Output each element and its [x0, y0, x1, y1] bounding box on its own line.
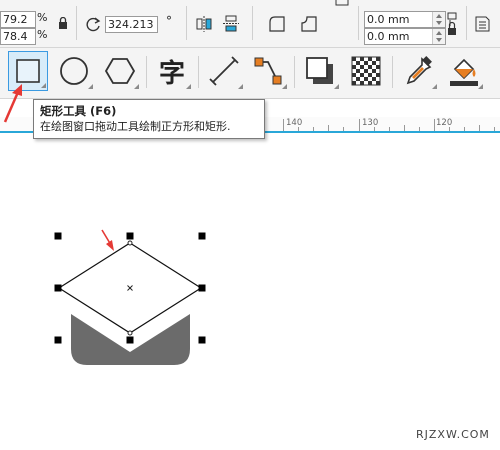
- chamfer-corner-icon[interactable]: [334, 0, 350, 6]
- flyout-indicator-icon: [478, 84, 483, 89]
- watermark: RJZXW.COM: [416, 428, 490, 441]
- toolbox: 字: [0, 48, 500, 99]
- link-corners-icon[interactable]: [446, 12, 460, 42]
- lock-ratio-icon[interactable]: [58, 17, 68, 30]
- ruler-tick: [343, 127, 344, 131]
- ruler-tick: [404, 125, 405, 131]
- separator: [198, 56, 199, 88]
- polygon-tool-button[interactable]: [100, 51, 140, 91]
- separator: [252, 6, 253, 40]
- rotation-input[interactable]: 324.213: [105, 16, 158, 33]
- paint-bucket-icon: [450, 58, 478, 86]
- corner-radius-bottom-value: 0.0 mm: [367, 30, 410, 43]
- separator: [466, 6, 467, 40]
- corner-radius-top-value: 0.0 mm: [367, 13, 410, 26]
- ruler-tick: [479, 125, 480, 131]
- interactive-fill-tool-button[interactable]: [444, 51, 484, 91]
- node-marker[interactable]: [127, 330, 133, 336]
- flyout-indicator-icon: [282, 84, 287, 89]
- ruler-tick: [298, 127, 299, 131]
- selection-handle[interactable]: [198, 336, 206, 344]
- connector-tool-button[interactable]: [248, 51, 288, 91]
- polygon-icon: [105, 58, 135, 84]
- ruler-tick: [374, 127, 375, 131]
- separator: [358, 6, 359, 40]
- ellipse-icon: [60, 57, 88, 85]
- selection-handle[interactable]: [54, 336, 62, 344]
- degree-label: °: [166, 14, 172, 28]
- separator: [392, 56, 393, 88]
- ruler-tick: [359, 119, 360, 131]
- drop-shadow-icon: [306, 57, 333, 84]
- ruler-label: 130: [362, 118, 379, 128]
- node-marker[interactable]: [127, 240, 133, 246]
- parallel-dimension-icon: [209, 56, 239, 86]
- scale-x-input[interactable]: 79.2: [0, 11, 36, 28]
- relative-scale-icon[interactable]: [474, 14, 492, 34]
- ruler-label: 140: [286, 118, 303, 128]
- selection-handle[interactable]: [126, 232, 134, 240]
- transparency-tool-button[interactable]: [346, 51, 386, 91]
- text-tool-button[interactable]: 字: [152, 51, 192, 91]
- scale-y-unit: %: [37, 28, 48, 41]
- canvas-artwork: [54, 229, 206, 365]
- flyout-indicator-icon: [238, 84, 243, 89]
- separator: [294, 56, 295, 88]
- flyout-indicator-icon: [432, 84, 437, 89]
- ellipse-tool-button[interactable]: [54, 51, 94, 91]
- ruler-tick: [283, 119, 284, 131]
- scale-y-input[interactable]: 78.4: [0, 28, 36, 45]
- ruler-tick: [328, 125, 329, 131]
- drop-shadow-tool-button[interactable]: [300, 51, 340, 91]
- eyedropper-tool-button[interactable]: [398, 51, 438, 91]
- tooltip-title: 矩形工具 (F6): [40, 104, 117, 118]
- eyedropper-icon: [406, 56, 432, 85]
- property-bar: 79.2 % 78.4 % 324.213 ° 0.0 mm 0.0 mm: [0, 0, 500, 48]
- ruler-tick: [449, 127, 450, 131]
- spinner-icon[interactable]: [432, 29, 445, 44]
- ruler-tick: [464, 127, 465, 131]
- transparency-checker-icon: [351, 56, 381, 86]
- round-corner-icon[interactable]: [268, 15, 286, 33]
- ruler-tick: [419, 127, 420, 131]
- selection-handle[interactable]: [198, 284, 206, 292]
- ruler-tick: [389, 127, 390, 131]
- flyout-indicator-icon: [88, 84, 93, 89]
- corner-radius-top-input[interactable]: 0.0 mm: [364, 11, 446, 28]
- ruler-tick: [494, 127, 495, 131]
- red-annotation-arrow: [3, 84, 22, 123]
- selection-handle[interactable]: [126, 336, 134, 344]
- selection-handle[interactable]: [198, 232, 206, 240]
- mirror-vertical-icon[interactable]: [222, 15, 240, 33]
- flyout-indicator-icon: [334, 84, 339, 89]
- dimension-tool-button[interactable]: [204, 51, 244, 91]
- scalloped-corner-icon[interactable]: [300, 15, 318, 33]
- tooltip: 矩形工具 (F6) 在绘图窗口拖动工具绘制正方形和矩形.: [33, 99, 265, 139]
- drawing-canvas[interactable]: [0, 133, 500, 450]
- mirror-horizontal-icon[interactable]: [196, 15, 212, 33]
- ruler-tick: [313, 127, 314, 131]
- spinner-icon[interactable]: [432, 12, 445, 27]
- scale-x-unit: %: [37, 11, 48, 24]
- text-tool-icon: 字: [158, 58, 185, 89]
- rotate-icon: [86, 17, 101, 32]
- tooltip-body: 在绘图窗口拖动工具绘制正方形和矩形.: [40, 120, 231, 133]
- corner-radius-bottom-input[interactable]: 0.0 mm: [364, 28, 446, 45]
- flyout-indicator-icon: [186, 84, 191, 89]
- separator: [186, 6, 187, 40]
- separator: [146, 56, 147, 88]
- selection-handle[interactable]: [54, 284, 62, 292]
- selection-handle[interactable]: [54, 232, 62, 240]
- separator: [76, 6, 77, 40]
- connector-icon: [254, 57, 282, 85]
- ruler-tick: [434, 119, 435, 131]
- flyout-indicator-icon: [41, 83, 46, 88]
- flyout-indicator-icon: [134, 84, 139, 89]
- red-annotation-arrow: [101, 229, 114, 251]
